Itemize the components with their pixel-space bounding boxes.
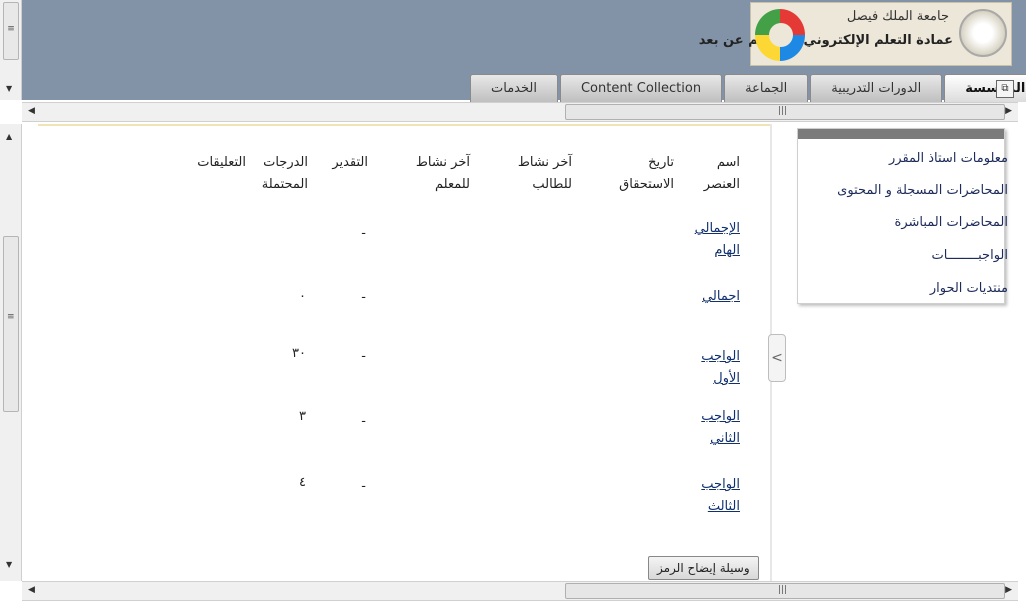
deanship-name: عمادة التعلم الإلكتروني والتعليم عن بعد — [698, 33, 953, 48]
outer-vertical-scrollbar[interactable]: ≡ ▼ — [0, 0, 22, 100]
university-seal-icon — [959, 9, 1007, 57]
chevron-left-icon[interactable]: < — [768, 334, 786, 382]
column-header-comments[interactable]: التعليقات — [190, 152, 246, 174]
icon-legend-button[interactable]: وسيلة إيضاح الرمز — [648, 556, 759, 580]
bottom-scroll-thumb[interactable]: ||| — [565, 583, 1005, 599]
scroll-grip-icon: ||| — [778, 106, 788, 116]
tab-content-collection[interactable]: Content Collection — [559, 74, 723, 102]
scroll-down-arrow-icon[interactable]: ▼ — [6, 560, 12, 569]
column-header-student-activity[interactable]: آخر نشاط للطالب — [510, 152, 572, 196]
menu-item-live-lectures[interactable]: المحاضرات المباشرة — [895, 215, 1008, 230]
university-name: جامعة الملك فيصل — [846, 9, 949, 24]
top-horizontal-scrollbar[interactable]: ◀ ||| ▶ — [22, 102, 1018, 122]
grade-value: - — [361, 479, 366, 494]
scroll-grip-icon: ||| — [778, 585, 788, 595]
top-scroll-thumb[interactable]: ||| — [565, 104, 1005, 120]
bottom-horizontal-scrollbar[interactable]: ◀ ||| ▶ — [22, 581, 1018, 601]
scroll-grip-icon: ≡ — [7, 312, 15, 322]
grade-value: - — [361, 414, 366, 429]
column-header-points-possible[interactable]: الدرجات المحتملة — [250, 152, 308, 196]
course-menu-header-bar — [798, 129, 1004, 139]
grade-item-link[interactable]: الواجب الأول — [690, 346, 740, 390]
browser-window: ≡ ▼ جامعة الملك فيصل عمادة التعلم الإلكت… — [0, 0, 1026, 603]
menu-item-assignments[interactable]: الواجبــــــــات — [931, 248, 1008, 263]
scroll-down-arrow-icon[interactable]: ▼ — [6, 84, 12, 93]
grade-item-link[interactable]: الواجب الثالث — [690, 474, 740, 518]
grade-value: - — [361, 290, 366, 305]
scroll-right-arrow-icon[interactable]: ▶ — [1005, 585, 1012, 595]
column-header-due-date[interactable]: تاريخ الاستحقاق — [604, 152, 674, 196]
points-possible-value: ٤ — [299, 475, 306, 490]
grade-item-link[interactable]: الواجب الثاني — [690, 406, 740, 450]
tab-services[interactable]: الخدمات — [470, 74, 558, 102]
column-header-grade[interactable]: التقدير — [324, 152, 368, 174]
scroll-up-arrow-icon[interactable]: ▲ — [6, 132, 12, 141]
scroll-left-arrow-icon[interactable]: ◀ — [28, 106, 35, 116]
points-possible-value: ٠ — [299, 289, 306, 304]
menu-item-discussion-forums[interactable]: منتديات الحوار — [930, 281, 1008, 296]
main-tabs: المؤسسة الدورات التدريبية الجماعة Conten… — [468, 74, 1026, 102]
tab-menu-icon[interactable]: ⧉ — [996, 80, 1014, 98]
grade-item-link[interactable]: الإجمالي الهام — [690, 218, 740, 262]
grade-value: - — [361, 349, 366, 364]
scroll-left-arrow-icon[interactable]: ◀ — [28, 585, 35, 595]
menu-item-instructor-info[interactable]: معلومات استاذ المقرر — [889, 151, 1008, 166]
column-header-instructor-activity[interactable]: آخر نشاط للمعلم — [400, 152, 470, 196]
tab-courses[interactable]: الدورات التدريبية — [810, 74, 943, 102]
grade-value: - — [361, 226, 366, 241]
points-possible-value: ٣ — [299, 409, 306, 424]
grade-item-link[interactable]: اجمالي — [690, 286, 740, 308]
scroll-grip-icon: ≡ — [7, 24, 15, 34]
content-scroll-thumb[interactable] — [3, 236, 19, 412]
content-vertical-scrollbar[interactable]: ▲ ≡ ▼ — [0, 124, 22, 581]
menu-item-recorded-lectures[interactable]: المحاضرات المسجلة و المحتوى — [837, 183, 1008, 198]
tab-community[interactable]: الجماعة — [724, 74, 809, 102]
points-possible-value: ٣٠ — [292, 346, 306, 361]
scroll-right-arrow-icon[interactable]: ▶ — [1005, 106, 1012, 116]
column-header-item-name[interactable]: اسم العنصر — [696, 152, 740, 196]
university-logo: جامعة الملك فيصل عمادة التعلم الإلكتروني… — [699, 2, 1012, 66]
elearning-globe-icon — [755, 9, 805, 61]
